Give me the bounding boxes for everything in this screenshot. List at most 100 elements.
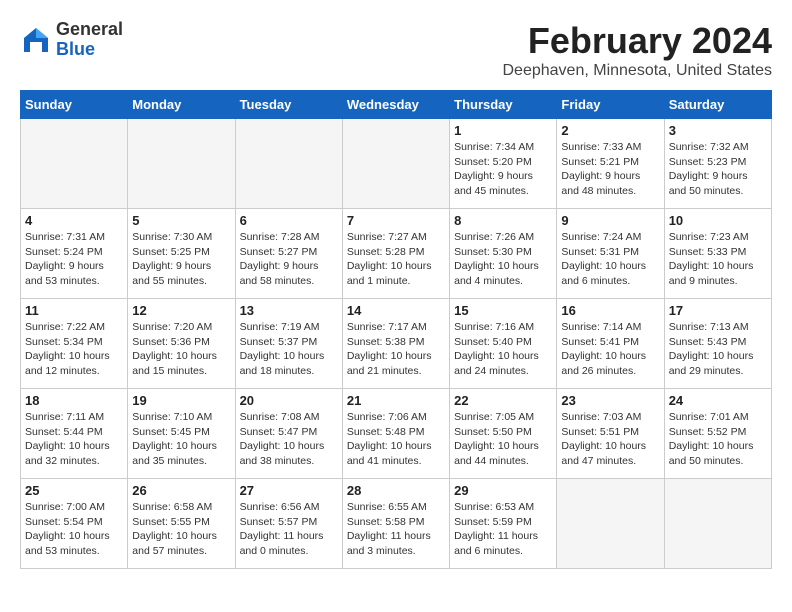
day-number: 18 bbox=[25, 393, 123, 408]
day-number: 29 bbox=[454, 483, 552, 498]
day-info: Sunrise: 7:17 AMSunset: 5:38 PMDaylight:… bbox=[347, 320, 445, 379]
day-info: Sunrise: 7:20 AMSunset: 5:36 PMDaylight:… bbox=[132, 320, 230, 379]
logo: General Blue bbox=[20, 20, 123, 60]
calendar-cell: 11 Sunrise: 7:22 AMSunset: 5:34 PMDayligh… bbox=[21, 299, 128, 389]
day-number: 6 bbox=[240, 213, 338, 228]
day-number: 26 bbox=[132, 483, 230, 498]
weekday-header-row: SundayMondayTuesdayWednesdayThursdayFrid… bbox=[21, 91, 772, 119]
calendar-cell bbox=[21, 119, 128, 209]
calendar-week-row: 4 Sunrise: 7:31 AMSunset: 5:24 PMDaylight… bbox=[21, 209, 772, 299]
calendar-cell: 29 Sunrise: 6:53 AMSunset: 5:59 PMDayligh… bbox=[450, 479, 557, 569]
calendar-cell: 16 Sunrise: 7:14 AMSunset: 5:41 PMDayligh… bbox=[557, 299, 664, 389]
day-number: 28 bbox=[347, 483, 445, 498]
day-number: 1 bbox=[454, 123, 552, 138]
weekday-header: Thursday bbox=[450, 91, 557, 119]
day-number: 23 bbox=[561, 393, 659, 408]
day-number: 21 bbox=[347, 393, 445, 408]
calendar-week-row: 1Sunrise: 7:34 AMSunset: 5:20 PMDaylight… bbox=[21, 119, 772, 209]
day-info: Sunrise: 7:24 AMSunset: 5:31 PMDaylight:… bbox=[561, 230, 659, 289]
day-number: 9 bbox=[561, 213, 659, 228]
day-info: Sunrise: 6:53 AMSunset: 5:59 PMDaylight:… bbox=[454, 500, 552, 559]
calendar-cell: 17 Sunrise: 7:13 AMSunset: 5:43 PMDayligh… bbox=[664, 299, 771, 389]
calendar-cell: 6 Sunrise: 7:28 AMSunset: 5:27 PMDaylight… bbox=[235, 209, 342, 299]
weekday-header: Saturday bbox=[664, 91, 771, 119]
calendar-week-row: 11 Sunrise: 7:22 AMSunset: 5:34 PMDayligh… bbox=[21, 299, 772, 389]
calendar-cell: 14 Sunrise: 7:17 AMSunset: 5:38 PMDayligh… bbox=[342, 299, 449, 389]
day-info: Sunrise: 7:11 AMSunset: 5:44 PMDaylight:… bbox=[25, 410, 123, 469]
calendar-cell: 26 Sunrise: 6:58 AMSunset: 5:55 PMDayligh… bbox=[128, 479, 235, 569]
calendar-cell: 2 Sunrise: 7:33 AMSunset: 5:21 PMDaylight… bbox=[557, 119, 664, 209]
day-number: 8 bbox=[454, 213, 552, 228]
day-info: Sunrise: 7:08 AMSunset: 5:47 PMDaylight:… bbox=[240, 410, 338, 469]
day-number: 4 bbox=[25, 213, 123, 228]
day-info: Sunrise: 7:33 AMSunset: 5:21 PMDaylight:… bbox=[561, 140, 659, 199]
day-info: Sunrise: 7:05 AMSunset: 5:50 PMDaylight:… bbox=[454, 410, 552, 469]
day-number: 17 bbox=[669, 303, 767, 318]
day-info: Sunrise: 7:22 AMSunset: 5:34 PMDaylight:… bbox=[25, 320, 123, 379]
location-title: Deephaven, Minnesota, United States bbox=[503, 62, 773, 80]
day-number: 25 bbox=[25, 483, 123, 498]
calendar-cell: 22Sunrise: 7:05 AMSunset: 5:50 PMDayligh… bbox=[450, 389, 557, 479]
calendar-cell: 9 Sunrise: 7:24 AMSunset: 5:31 PMDaylight… bbox=[557, 209, 664, 299]
day-number: 13 bbox=[240, 303, 338, 318]
month-title: February 2024 bbox=[503, 20, 773, 62]
day-info: Sunrise: 7:06 AMSunset: 5:48 PMDaylight:… bbox=[347, 410, 445, 469]
day-info: Sunrise: 6:56 AMSunset: 5:57 PMDaylight:… bbox=[240, 500, 338, 559]
day-info: Sunrise: 7:27 AMSunset: 5:28 PMDaylight:… bbox=[347, 230, 445, 289]
day-info: Sunrise: 7:31 AMSunset: 5:24 PMDaylight:… bbox=[25, 230, 123, 289]
day-info: Sunrise: 7:16 AMSunset: 5:40 PMDaylight:… bbox=[454, 320, 552, 379]
day-number: 11 bbox=[25, 303, 123, 318]
day-number: 14 bbox=[347, 303, 445, 318]
day-info: Sunrise: 7:23 AMSunset: 5:33 PMDaylight:… bbox=[669, 230, 767, 289]
calendar-cell: 1Sunrise: 7:34 AMSunset: 5:20 PMDaylight… bbox=[450, 119, 557, 209]
calendar-cell: 23Sunrise: 7:03 AMSunset: 5:51 PMDayligh… bbox=[557, 389, 664, 479]
day-number: 24 bbox=[669, 393, 767, 408]
day-info: Sunrise: 6:55 AMSunset: 5:58 PMDaylight:… bbox=[347, 500, 445, 559]
day-number: 5 bbox=[132, 213, 230, 228]
logo-icon bbox=[20, 24, 52, 56]
day-number: 16 bbox=[561, 303, 659, 318]
calendar-cell: 12 Sunrise: 7:20 AMSunset: 5:36 PMDayligh… bbox=[128, 299, 235, 389]
day-number: 20 bbox=[240, 393, 338, 408]
day-info: Sunrise: 7:30 AMSunset: 5:25 PMDaylight:… bbox=[132, 230, 230, 289]
weekday-header: Sunday bbox=[21, 91, 128, 119]
day-info: Sunrise: 6:58 AMSunset: 5:55 PMDaylight:… bbox=[132, 500, 230, 559]
day-info: Sunrise: 7:19 AMSunset: 5:37 PMDaylight:… bbox=[240, 320, 338, 379]
calendar-cell: 19Sunrise: 7:10 AMSunset: 5:45 PMDayligh… bbox=[128, 389, 235, 479]
header: General Blue February 2024 Deephaven, Mi… bbox=[20, 20, 772, 80]
day-info: Sunrise: 7:01 AMSunset: 5:52 PMDaylight:… bbox=[669, 410, 767, 469]
day-info: Sunrise: 7:14 AMSunset: 5:41 PMDaylight:… bbox=[561, 320, 659, 379]
calendar: SundayMondayTuesdayWednesdayThursdayFrid… bbox=[20, 90, 772, 569]
calendar-cell: 8 Sunrise: 7:26 AMSunset: 5:30 PMDaylight… bbox=[450, 209, 557, 299]
calendar-cell: 27 Sunrise: 6:56 AMSunset: 5:57 PMDayligh… bbox=[235, 479, 342, 569]
day-info: Sunrise: 7:26 AMSunset: 5:30 PMDaylight:… bbox=[454, 230, 552, 289]
day-info: Sunrise: 7:00 AMSunset: 5:54 PMDaylight:… bbox=[25, 500, 123, 559]
day-number: 10 bbox=[669, 213, 767, 228]
day-info: Sunrise: 7:28 AMSunset: 5:27 PMDaylight:… bbox=[240, 230, 338, 289]
calendar-cell bbox=[342, 119, 449, 209]
calendar-cell: 21 Sunrise: 7:06 AMSunset: 5:48 PMDayligh… bbox=[342, 389, 449, 479]
calendar-cell: 10 Sunrise: 7:23 AMSunset: 5:33 PMDayligh… bbox=[664, 209, 771, 299]
logo-blue: Blue bbox=[56, 39, 95, 59]
weekday-header: Tuesday bbox=[235, 91, 342, 119]
calendar-cell: 3Sunrise: 7:32 AMSunset: 5:23 PMDaylight… bbox=[664, 119, 771, 209]
calendar-cell: 7 Sunrise: 7:27 AMSunset: 5:28 PMDaylight… bbox=[342, 209, 449, 299]
day-number: 19 bbox=[132, 393, 230, 408]
calendar-cell: 20 Sunrise: 7:08 AMSunset: 5:47 PMDayligh… bbox=[235, 389, 342, 479]
day-number: 2 bbox=[561, 123, 659, 138]
calendar-cell: 25 Sunrise: 7:00 AMSunset: 5:54 PMDayligh… bbox=[21, 479, 128, 569]
day-number: 3 bbox=[669, 123, 767, 138]
logo-general: General bbox=[56, 19, 123, 39]
calendar-cell bbox=[128, 119, 235, 209]
day-number: 12 bbox=[132, 303, 230, 318]
calendar-cell: 24 Sunrise: 7:01 AMSunset: 5:52 PMDayligh… bbox=[664, 389, 771, 479]
day-info: Sunrise: 7:13 AMSunset: 5:43 PMDaylight:… bbox=[669, 320, 767, 379]
day-number: 7 bbox=[347, 213, 445, 228]
calendar-cell: 13 Sunrise: 7:19 AMSunset: 5:37 PMDayligh… bbox=[235, 299, 342, 389]
calendar-cell: 5 Sunrise: 7:30 AMSunset: 5:25 PMDaylight… bbox=[128, 209, 235, 299]
day-number: 15 bbox=[454, 303, 552, 318]
calendar-cell: 28 Sunrise: 6:55 AMSunset: 5:58 PMDayligh… bbox=[342, 479, 449, 569]
weekday-header: Monday bbox=[128, 91, 235, 119]
calendar-cell: 4 Sunrise: 7:31 AMSunset: 5:24 PMDaylight… bbox=[21, 209, 128, 299]
day-number: 27 bbox=[240, 483, 338, 498]
